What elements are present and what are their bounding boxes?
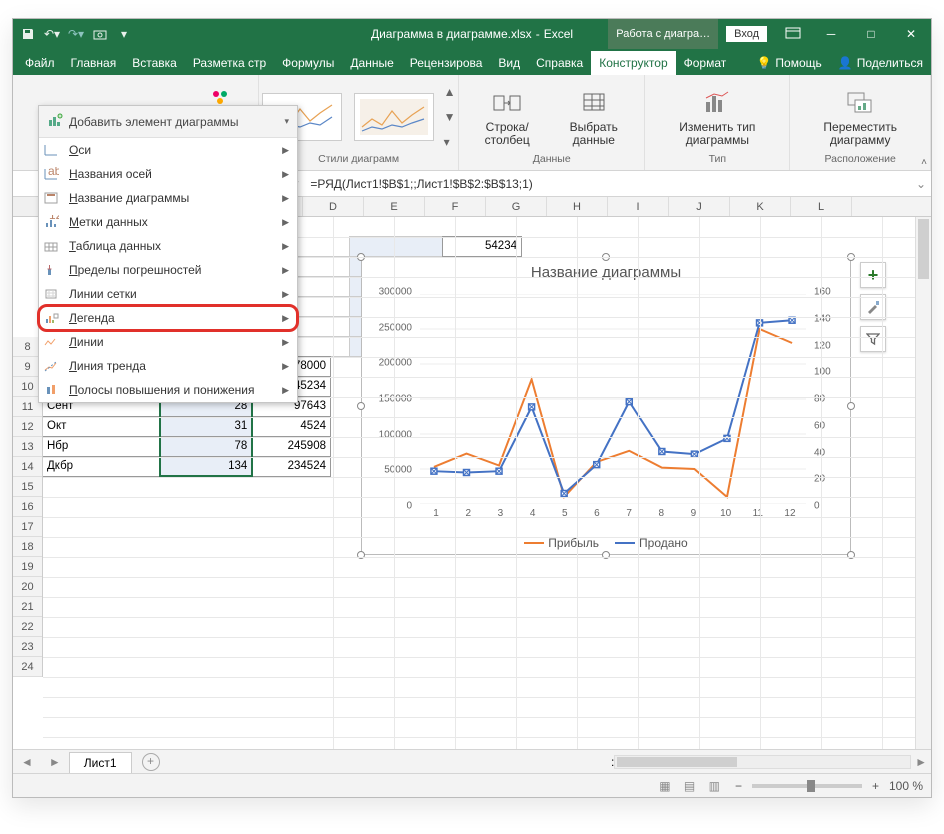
close-button[interactable]: ✕ [891,19,931,49]
menu-item-0[interactable]: Оси▶ [39,138,297,162]
add-sheet-button[interactable]: + [142,753,160,771]
tab-format[interactable]: Формат [676,51,735,75]
plot-area[interactable] [420,294,806,504]
menu-item-9[interactable]: Линия тренда▶ [39,354,297,378]
view-pagebreak-icon[interactable]: ▥ [704,779,725,793]
tab-help[interactable]: Справка [528,51,591,75]
menu-item-4[interactable]: Таблица данных▶ [39,234,297,258]
app-name: Excel [544,27,573,41]
tab-data[interactable]: Данные [342,51,401,75]
data-group-label: Данные [533,154,571,166]
zoom-in-button[interactable]: + [872,779,879,793]
change-chart-type-button[interactable]: Изменить тип диаграммы [655,87,779,147]
add-chart-element-button[interactable]: Добавить элемент диаграммы ▾ [39,106,297,138]
sheet-tab-1[interactable]: Лист1 [69,752,132,773]
chart-element-icon [47,112,63,131]
collapse-ribbon-icon[interactable]: ˄ [921,157,927,168]
tell-me[interactable]: 💡Помощь [748,51,829,75]
change-type-icon [701,87,733,119]
view-pagelayout-icon[interactable]: ▤ [679,779,700,793]
menu-item-2[interactable]: Название диаграммы▶ [39,186,297,210]
sheet-nav-prev[interactable]: ◄ [13,755,41,769]
location-group-label: Расположение [825,154,896,166]
tab-insert[interactable]: Вставка [124,51,185,75]
chart-style-2[interactable] [354,93,434,141]
sheet-nav-next[interactable]: ► [41,755,69,769]
styles-group-label: Стили диаграмм [318,154,399,166]
menu-item-5[interactable]: Пределы погрешностей▶ [39,258,297,282]
redo-icon[interactable]: ↷▾ [69,27,83,41]
menu-item-1[interactable]: abНазвания осей▶ [39,162,297,186]
horizontal-scrollbar[interactable]: :► [611,755,931,769]
ribbon-tabs: Файл Главная Вставка Разметка стр Формул… [13,49,931,75]
zoom-level[interactable]: 100 % [889,779,923,793]
tab-formulas[interactable]: Формулы [274,51,342,75]
menu-item-7[interactable]: Легенда▶ [39,306,297,330]
zoom-slider[interactable] [752,784,862,788]
chart-legend[interactable]: Прибыль Продано [362,536,850,550]
undo-icon[interactable]: ↶▾ [45,27,59,41]
save-icon[interactable] [21,27,35,41]
login-button[interactable]: Вход [726,26,767,42]
menu-item-6[interactable]: Линии сетки▶ [39,282,297,306]
sheet-tab-bar: ◄ ► Лист1 + :► [13,749,931,773]
tab-designer[interactable]: Конструктор [591,51,675,75]
minimize-button[interactable]: ─ [811,19,851,49]
menu-item-3[interactable]: 12Метки данных▶ [39,210,297,234]
chevron-down-icon: ▾ [284,116,289,127]
tab-layout[interactable]: Разметка стр [185,51,274,75]
qat-more-icon[interactable]: ▾ [117,27,131,41]
menu-item-8[interactable]: Линии▶ [39,330,297,354]
x-axis: 123456789101112 [420,508,806,524]
tab-review[interactable]: Рецензирова [402,51,491,75]
file-name: Диаграмма в диаграмме.xlsx [371,27,532,41]
ribbon-options-icon[interactable] [775,27,811,42]
move-chart-button[interactable]: Переместить диаграмму [800,87,920,147]
move-chart-icon [844,87,876,119]
camera-icon[interactable] [93,27,107,41]
formula-expand-icon[interactable]: ⌄ [911,177,931,191]
formula-input[interactable]: =РЯД(Лист1!$B$1;;Лист1!$B$2:$B$13;1) [304,177,911,191]
swap-icon [491,87,523,119]
column-headers[interactable]: ьDEFGHIJKL [283,197,931,217]
tab-view[interactable]: Вид [490,51,528,75]
vertical-scrollbar[interactable] [915,217,931,749]
add-chart-element-menu: Добавить элемент диаграммы ▾ Оси▶abНазва… [38,105,298,403]
switch-row-col-button[interactable]: Строка/столбец [469,87,545,147]
maximize-button[interactable]: □ [851,19,891,49]
chart-object[interactable]: Название диаграммы 050000100000150000200… [361,257,851,555]
type-group-label: Тип [709,154,727,166]
tab-file[interactable]: Файл [17,51,63,75]
zoom-out-button[interactable]: − [735,779,742,793]
tab-home[interactable]: Главная [63,51,125,75]
bulb-icon: 💡 [756,56,771,70]
chart-title[interactable]: Название диаграммы [362,258,850,287]
share-button[interactable]: 👤Поделиться [830,51,931,75]
styles-more-icon[interactable]: ▲▼▾ [444,79,458,154]
menu-item-10[interactable]: Полосы повышения и понижения▶ [39,378,297,402]
y-axis-right: 020406080100120140160 [810,292,846,506]
titlebar: ↶▾ ↷▾ ▾ Диаграмма в диаграмме.xlsx - Exc… [13,19,931,49]
statusbar: ▦ ▤ ▥ − + 100 % [13,773,931,797]
chart-tools-label: Работа с диагра… [608,19,718,49]
svg-text:ab: ab [48,167,59,178]
select-data-button[interactable]: Выбрать данные [553,87,634,147]
view-normal-icon[interactable]: ▦ [654,779,675,793]
svg-text:12: 12 [49,215,59,222]
select-data-icon [578,87,610,119]
share-icon: 👤 [838,56,853,70]
